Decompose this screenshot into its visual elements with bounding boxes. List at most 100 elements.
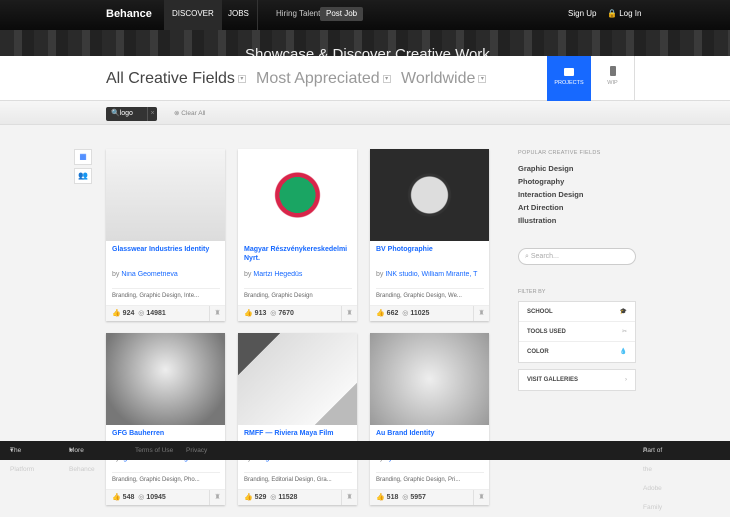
field-icon[interactable]: ♜ bbox=[341, 490, 357, 505]
project-cover-image[interactable] bbox=[370, 333, 489, 425]
field-link[interactable]: Interaction Design bbox=[518, 190, 636, 200]
project-stats: 👍 924 ◎ 14981 ♜ bbox=[106, 305, 225, 321]
search-tag[interactable]: 🔍logo × bbox=[106, 107, 157, 121]
owner-link[interactable]: Nina Geometrieva bbox=[121, 271, 177, 278]
chevron-down-icon: ▾ bbox=[237, 74, 246, 83]
project-cover-image[interactable] bbox=[106, 149, 225, 241]
users-view-icon[interactable]: 👥 bbox=[74, 168, 92, 184]
field-icon[interactable]: ♜ bbox=[473, 490, 489, 505]
platform-label: The Platform bbox=[10, 447, 35, 473]
owner-link[interactable]: INK studio, William Mirante, T bbox=[385, 271, 477, 278]
more-label: More Behance bbox=[69, 447, 95, 473]
eye-icon: ◎ bbox=[138, 310, 145, 317]
filter-color[interactable]: COLOR 💧 bbox=[519, 342, 635, 362]
filter-school[interactable]: SCHOOL 🎓 bbox=[519, 302, 635, 322]
adobe-label: Part of the Adobe Family bbox=[643, 447, 663, 511]
project-cover-image[interactable] bbox=[106, 333, 225, 425]
project-card[interactable]: Magyar Részvénykereskedelmi Nyrt. by Mar… bbox=[238, 149, 357, 321]
post-job-button[interactable]: Post Job bbox=[320, 7, 364, 21]
log-in-link[interactable]: 🔒 Log In bbox=[607, 9, 641, 18]
thumbs-up-icon: 👍 bbox=[376, 310, 385, 317]
creative-fields-label: All Creative Fields bbox=[106, 70, 235, 87]
filter-tools[interactable]: TOOLS USED ✂ bbox=[519, 322, 635, 342]
eye-icon: ◎ bbox=[402, 310, 409, 317]
project-title[interactable]: GFG Bauherren bbox=[112, 429, 220, 438]
sidebar: POPULAR CREATIVE FIELDS Graphic Design P… bbox=[518, 150, 636, 391]
privacy-link[interactable]: Privacy bbox=[186, 441, 207, 460]
creative-fields-dropdown[interactable]: All Creative Fields ▾ bbox=[106, 70, 246, 88]
behance-logo[interactable]: Behance bbox=[106, 8, 152, 20]
views-count: 14981 bbox=[146, 310, 166, 317]
by-label: by bbox=[244, 271, 252, 278]
project-stats: 👍 662 ◎ 11025 ♜ bbox=[370, 305, 489, 321]
project-card[interactable]: BV Photographie by INK studio, William M… bbox=[370, 149, 489, 321]
project-card[interactable]: GFG Bauherren by Ignacio Fanner Design F… bbox=[106, 333, 225, 505]
chevron-down-icon: ▾ bbox=[382, 74, 391, 83]
sort-dropdown[interactable]: Most Appreciated ▾ bbox=[256, 70, 391, 88]
project-fields: Branding, Graphic Design bbox=[244, 288, 352, 299]
sidebar-search-input[interactable]: ⌕ Search... bbox=[518, 248, 636, 265]
grid-view-icon[interactable]: ▦ bbox=[74, 149, 92, 165]
field-link[interactable]: Photography bbox=[518, 177, 636, 187]
field-icon[interactable]: ♜ bbox=[341, 306, 357, 321]
sign-up-link[interactable]: Sign Up bbox=[568, 9, 596, 18]
project-fields: Branding, Graphic Design, We... bbox=[376, 288, 484, 299]
terms-link[interactable]: Terms of Use bbox=[135, 441, 173, 460]
appreciations-count: 913 bbox=[254, 310, 267, 317]
field-icon[interactable]: ♜ bbox=[209, 306, 225, 321]
project-title[interactable]: Au Brand Identity bbox=[376, 429, 484, 438]
project-cover-image[interactable] bbox=[370, 149, 489, 241]
project-stats: 👍 529 ◎ 11528 ♜ bbox=[238, 489, 357, 505]
cone-icon bbox=[609, 66, 616, 76]
clear-all-link[interactable]: ⊗ Clear All bbox=[174, 109, 205, 117]
tools-icon: ✂ bbox=[621, 329, 627, 335]
owner-link[interactable]: Martzi Hegedűs bbox=[253, 271, 302, 278]
briefcase-icon bbox=[564, 68, 574, 76]
field-icon[interactable]: ♜ bbox=[209, 490, 225, 505]
visit-galleries-button[interactable]: VISIT GALLERIES › bbox=[519, 370, 635, 390]
log-in-label: Log In bbox=[619, 9, 642, 18]
project-fields: Branding, Graphic Design, Inte... bbox=[112, 288, 220, 299]
field-link[interactable]: Illustration bbox=[518, 216, 636, 226]
school-label: SCHOOL bbox=[527, 309, 553, 315]
project-card[interactable]: RMFF — Riviera Maya Film by Anagrama Bra… bbox=[238, 333, 357, 505]
project-owner: by INK studio, William Mirante, T bbox=[376, 271, 486, 278]
filter-bar: All Creative Fields ▾ Most Appreciated ▾ W… bbox=[0, 56, 730, 101]
views-count: 11025 bbox=[410, 310, 430, 317]
project-card[interactable]: Glasswear Industries Identity by Nina Ge… bbox=[106, 149, 225, 321]
sort-label: Most Appreciated bbox=[256, 70, 380, 87]
project-title[interactable]: BV Photographie bbox=[376, 245, 484, 254]
field-link[interactable]: Art Direction bbox=[518, 203, 636, 213]
hero-banner: Showcase & Discover Creative Work bbox=[0, 30, 730, 63]
project-cover-image[interactable] bbox=[238, 333, 357, 425]
field-icon[interactable]: ♜ bbox=[473, 306, 489, 321]
project-title[interactable]: Magyar Részvénykereskedelmi Nyrt. bbox=[244, 245, 352, 263]
project-fields: Branding, Graphic Design, Pho... bbox=[112, 472, 220, 483]
project-fields: Branding, Graphic Design, Pri... bbox=[376, 472, 484, 483]
project-cover-image[interactable] bbox=[238, 149, 357, 241]
project-title[interactable]: RMFF — Riviera Maya Film bbox=[244, 429, 352, 438]
close-icon[interactable]: × bbox=[147, 107, 157, 121]
color-label: COLOR bbox=[527, 349, 549, 355]
school-icon: 🎓 bbox=[619, 309, 627, 315]
popular-fields-heading: POPULAR CREATIVE FIELDS bbox=[518, 150, 601, 156]
platform-menu[interactable]: The Platform ▾ bbox=[10, 441, 34, 473]
tab-wip[interactable]: WIP bbox=[591, 56, 635, 101]
project-card[interactable]: Au Brand Identity by Ilyuko Chan Brandin… bbox=[370, 333, 489, 505]
location-label: Worldwide bbox=[401, 70, 476, 87]
location-dropdown[interactable]: Worldwide ▾ bbox=[401, 70, 487, 88]
thumbs-up-icon: 👍 bbox=[112, 310, 121, 317]
project-stats: 👍 518 ◎ 5957 ♜ bbox=[370, 489, 489, 505]
footer-bar: The Platform ▾ More Behance ▾ Terms of U… bbox=[0, 441, 730, 511]
eye-icon: ◎ bbox=[270, 310, 277, 317]
galleries-label: VISIT GALLERIES bbox=[527, 377, 579, 383]
project-owner: by Nina Geometrieva bbox=[112, 271, 222, 278]
filter-by-heading: FILTER BY bbox=[518, 289, 546, 295]
more-behance-menu[interactable]: More Behance ▾ bbox=[69, 441, 95, 473]
project-title[interactable]: Glasswear Industries Identity bbox=[112, 245, 220, 254]
tab-projects[interactable]: PROJECTS bbox=[547, 56, 591, 101]
nav-discover[interactable]: DISCOVER bbox=[164, 0, 222, 30]
search-placeholder: Search... bbox=[530, 253, 559, 260]
nav-jobs[interactable]: JOBS bbox=[220, 0, 258, 30]
field-link[interactable]: Graphic Design bbox=[518, 164, 636, 174]
